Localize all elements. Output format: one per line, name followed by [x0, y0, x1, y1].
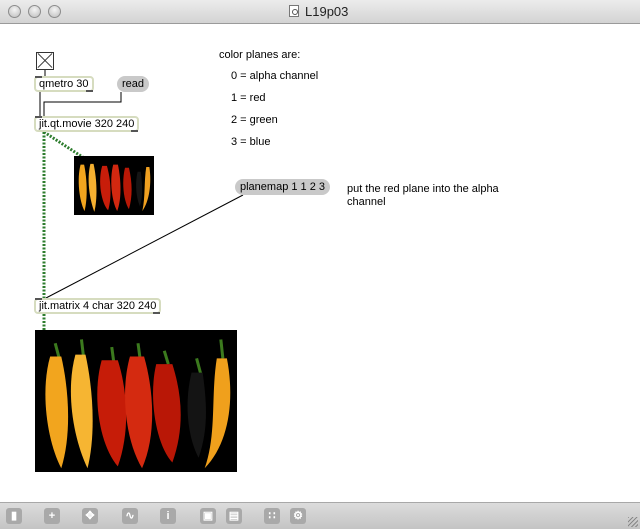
zoom-window-button[interactable] [48, 5, 61, 18]
signal-icon[interactable]: ∿ [122, 508, 138, 524]
peppers-image-large [35, 330, 237, 472]
toggle[interactable] [36, 52, 54, 70]
jit-qt-movie-object[interactable]: jit.qt.movie 320 240 [34, 116, 140, 132]
close-window-button[interactable] [8, 5, 21, 18]
jit-matrix-object[interactable]: jit.matrix 4 char 320 240 [34, 298, 162, 314]
window-title: L19p03 [305, 4, 349, 19]
plane-0-comment: 0 = alpha channel [231, 70, 319, 82]
peppers-image-small [74, 156, 154, 215]
planes-heading-comment: color planes are: [219, 49, 301, 61]
plane-3-comment: 3 = blue [231, 136, 271, 148]
plane-1-comment: 1 = red [231, 92, 266, 104]
window-titlebar: L19p03 [0, 0, 640, 24]
window-small-icon[interactable]: ▤ [226, 508, 242, 524]
matrix-preview-window[interactable] [35, 330, 237, 472]
gear-icon[interactable]: ⚙ [290, 508, 306, 524]
plane-2-comment: 2 = green [231, 114, 278, 126]
document-icon [289, 5, 299, 17]
lock-icon[interactable]: ▮ [6, 508, 22, 524]
grid-icon[interactable]: ∷ [264, 508, 280, 524]
minimize-window-button[interactable] [28, 5, 41, 18]
planemap-comment: put the red plane into the alpha channel [347, 183, 499, 208]
resize-handle[interactable] [628, 517, 638, 527]
read-message[interactable]: read [117, 76, 150, 92]
move-icon[interactable]: ✥ [82, 508, 98, 524]
info-icon[interactable]: i [160, 508, 176, 524]
qmetro-object[interactable]: qmetro 30 [34, 76, 94, 92]
planemap-message[interactable]: planemap 1 1 2 3 [235, 179, 331, 195]
new-object-icon[interactable]: + [44, 508, 60, 524]
patcher-toolbar: ▮ + ✥ ∿ i ▣ ▤ ∷ ⚙ [0, 502, 640, 529]
window-icon[interactable]: ▣ [200, 508, 216, 524]
movie-preview-window[interactable] [74, 156, 154, 215]
